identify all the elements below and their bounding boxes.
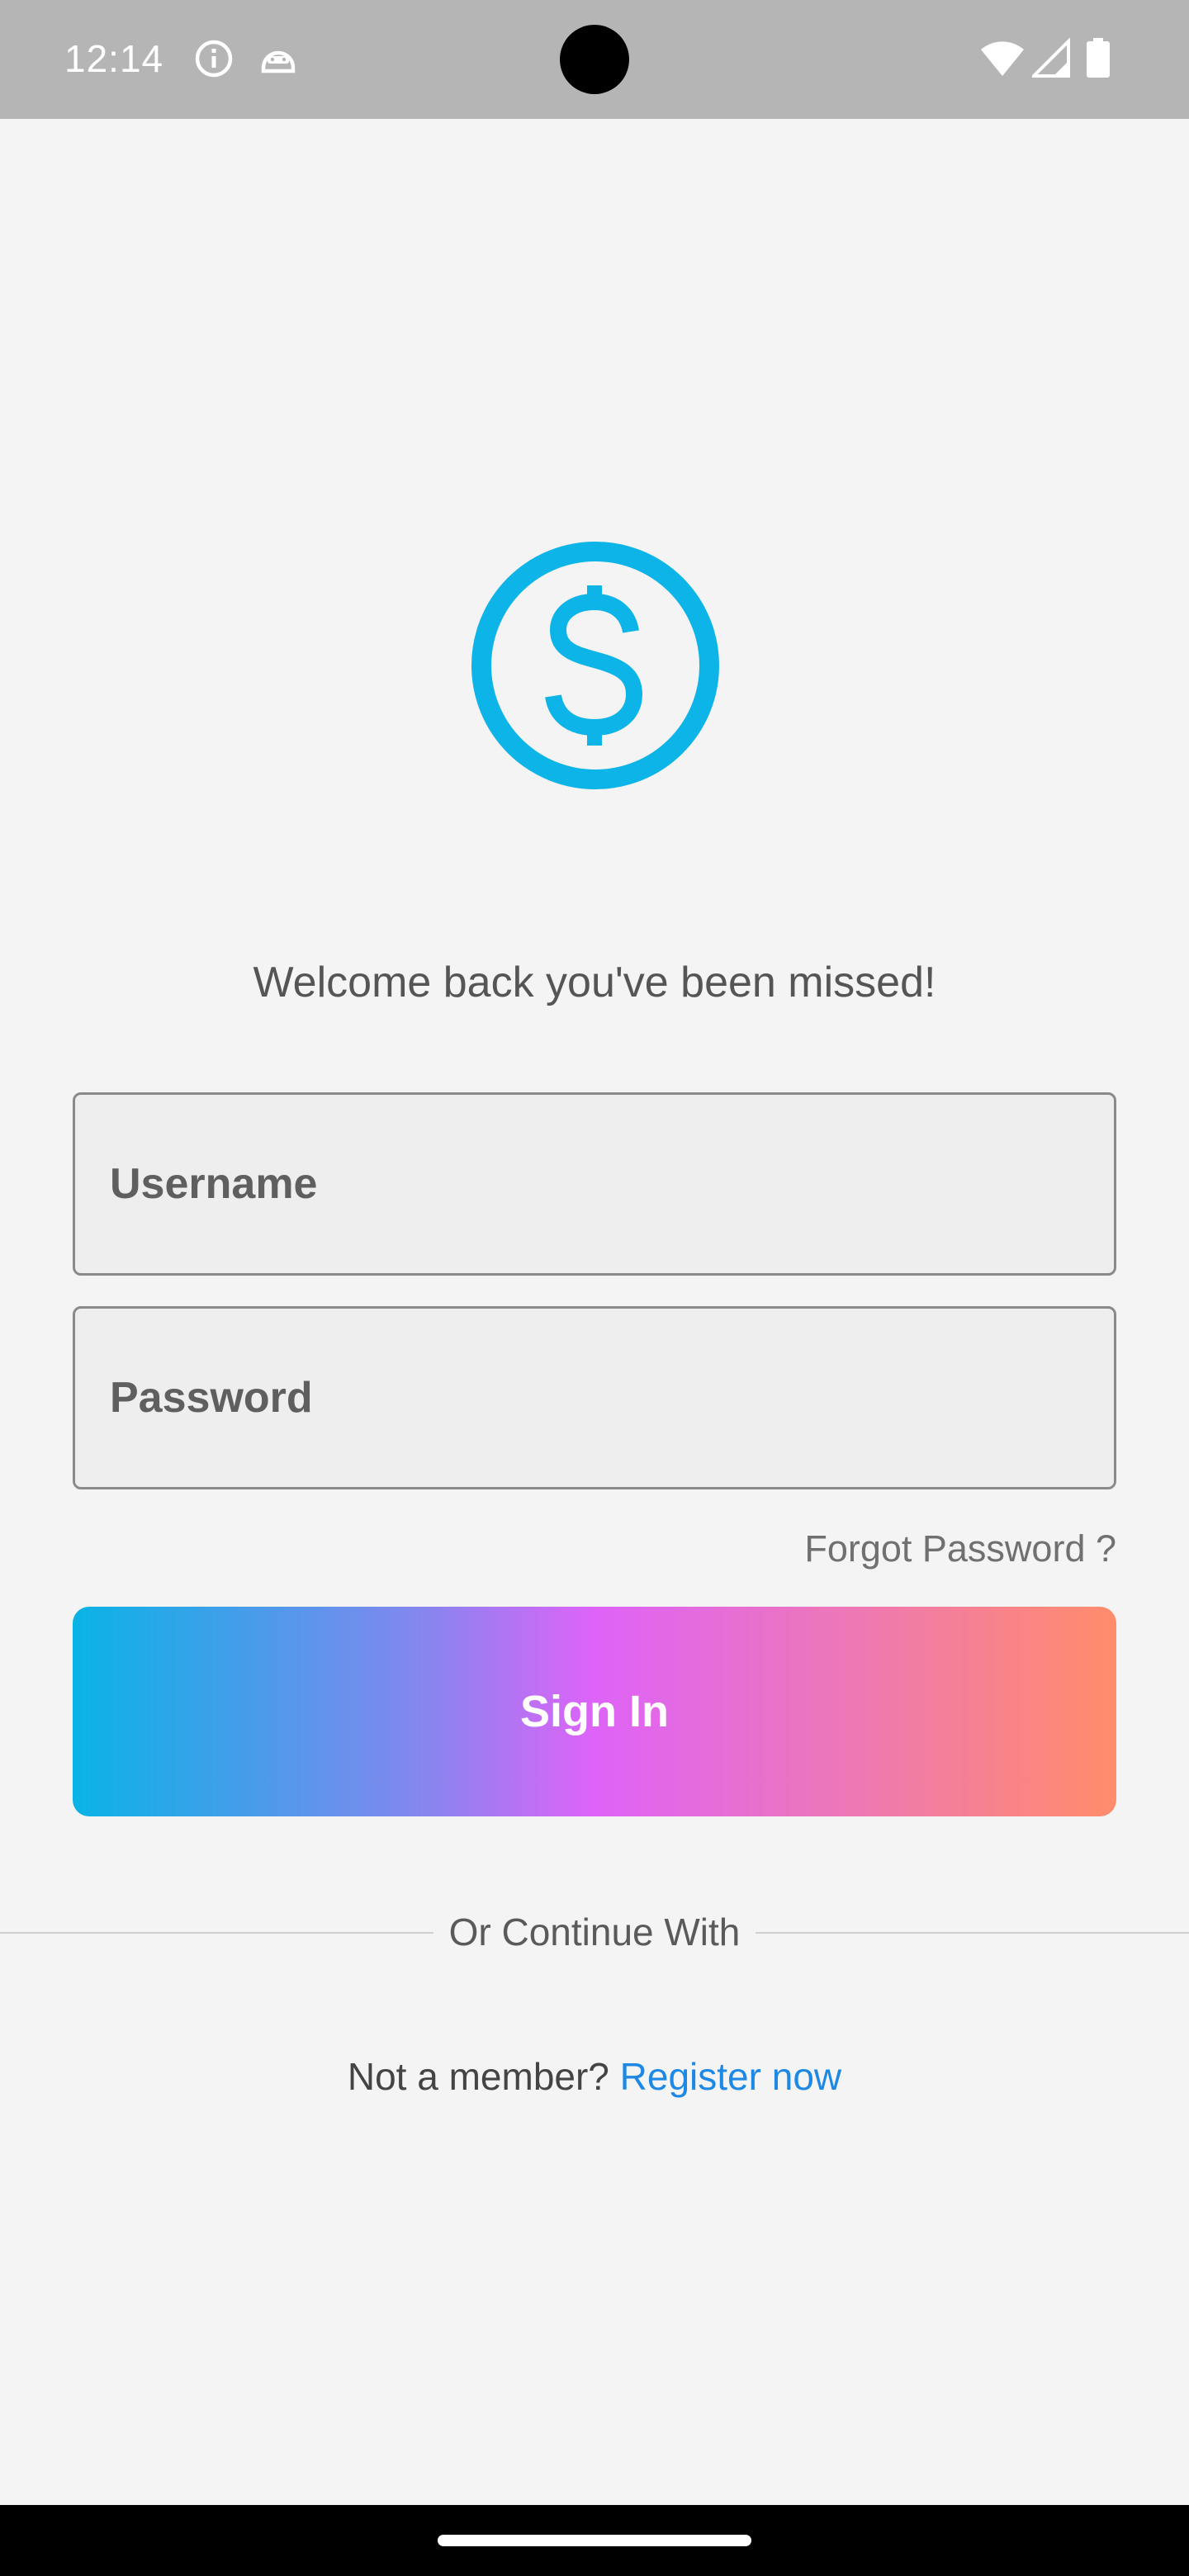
dollar-circle-icon [471, 542, 719, 789]
navigation-bar [0, 2505, 1189, 2576]
forgot-password-link[interactable]: Forgot Password ? [804, 1527, 1116, 1570]
login-screen: 12:14 Welcome back you've been missed! U… [0, 0, 1189, 2576]
status-time: 12:14 [64, 37, 164, 80]
home-gesture-handle[interactable] [438, 2535, 751, 2546]
password-input[interactable] [75, 1309, 1114, 1487]
register-now-link[interactable]: Register now [620, 2055, 841, 2098]
battery-icon [1087, 38, 1110, 78]
sign-in-button[interactable]: Sign In [73, 1607, 1116, 1816]
username-input[interactable] [75, 1095, 1114, 1273]
or-continue-with-text: Or Continue With [448, 1911, 741, 1953]
android-debug-icon [261, 50, 296, 73]
register-row: Not a member? Register now [0, 2054, 1189, 2099]
welcome-text: Welcome back you've been missed! [253, 959, 936, 1006]
status-bar: 12:14 [0, 0, 1189, 119]
username-field[interactable] [73, 1092, 1116, 1276]
info-icon [195, 40, 233, 78]
not-member-text: Not a member? [347, 2055, 609, 2098]
camera-cutout [560, 25, 629, 94]
password-field[interactable] [73, 1306, 1116, 1489]
wifi-icon [981, 41, 1024, 76]
signal-icon [1032, 38, 1070, 78]
